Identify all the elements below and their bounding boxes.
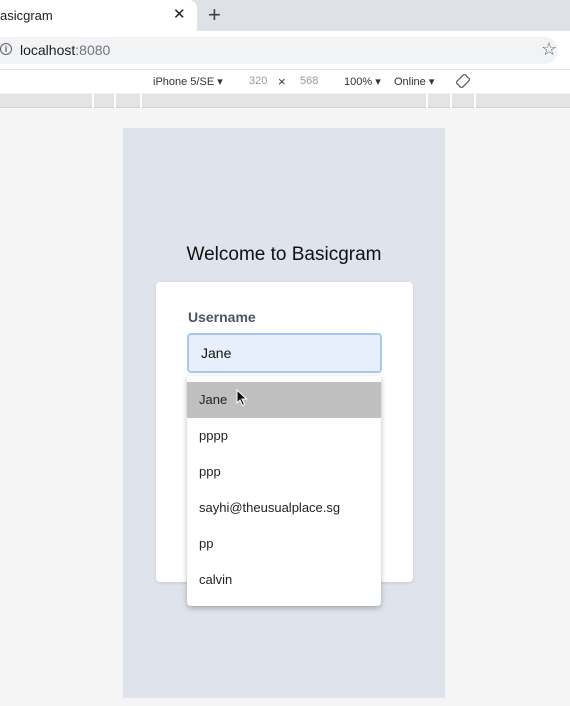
tab-strip: asicgram ✕ +	[0, 0, 570, 31]
cursor-icon	[236, 389, 248, 407]
plus-icon[interactable]: +	[208, 2, 221, 28]
username-input[interactable]	[187, 333, 382, 373]
autofill-item[interactable]: pppp	[187, 418, 381, 454]
info-icon[interactable]: i	[0, 43, 12, 55]
autofill-item[interactable]: sayhi@theusualplace.sg	[187, 490, 381, 526]
url-host: localhost	[20, 42, 76, 58]
tab-title: asicgram	[0, 8, 53, 23]
username-label: Username	[188, 309, 256, 325]
autofill-item[interactable]: pp	[187, 526, 381, 562]
dimension-separator: ×	[278, 74, 286, 89]
autofill-item[interactable]: calvin	[187, 562, 381, 598]
close-icon[interactable]: ✕	[173, 5, 186, 23]
device-toolbar: iPhone 5/SE ▾ 320 × 568 100% ▾ Online ▾	[0, 69, 570, 93]
rotate-icon[interactable]	[456, 74, 470, 88]
zoom-select[interactable]: 100% ▾	[344, 75, 381, 88]
autofill-dropdown: Jane pppp ppp sayhi@theusualplace.sg pp …	[187, 376, 381, 606]
autofill-item[interactable]: Jane	[187, 382, 381, 418]
browser-tab[interactable]: asicgram ✕	[0, 0, 197, 31]
page-title: Welcome to Basicgram	[186, 244, 382, 265]
device-select[interactable]: iPhone 5/SE ▾	[153, 75, 223, 88]
device-width-input[interactable]: 320	[249, 75, 267, 87]
device-height-input[interactable]: 568	[300, 75, 318, 87]
media-query-ruler[interactable]	[0, 94, 570, 108]
url-text[interactable]: localhost:8080	[20, 42, 110, 58]
star-icon[interactable]: ☆	[541, 39, 557, 60]
network-throttle-select[interactable]: Online ▾	[394, 75, 434, 88]
url-port: :8080	[75, 42, 111, 58]
autofill-item[interactable]: ppp	[187, 454, 381, 490]
